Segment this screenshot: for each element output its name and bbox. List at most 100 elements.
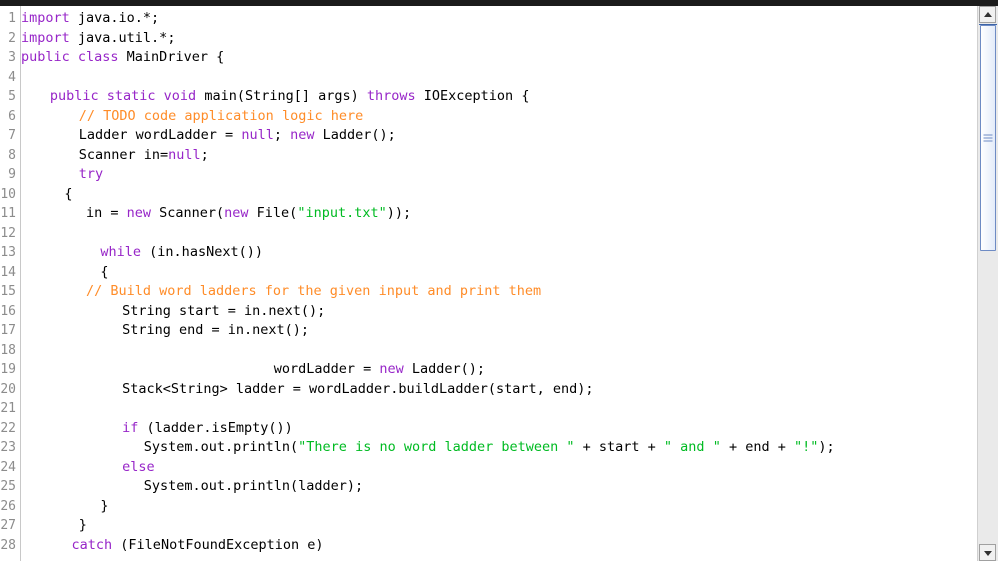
line-number: 11 <box>0 206 16 221</box>
line-number: 15 <box>0 284 16 299</box>
code-line[interactable]: // TODO code application logic here <box>79 107 363 127</box>
code-token-pln: MainDriver { <box>118 49 225 65</box>
code-line[interactable]: import java.util.*; <box>21 29 175 49</box>
line-number: 9 <box>8 167 16 182</box>
code-token-kw: public static void <box>49 88 197 104</box>
vertical-scrollbar[interactable] <box>977 6 998 561</box>
scrollbar-grip-icon <box>983 134 993 142</box>
code-token-pln: Ladder(); <box>403 361 486 377</box>
code-text-area[interactable]: import java.io.*; import java.util.*; publ… <box>21 6 978 561</box>
code-token-str: "input.txt" <box>297 205 387 221</box>
line-number: 5 <box>8 89 16 104</box>
code-token-pln: File( <box>248 205 298 221</box>
code-token-pln: String start = in.next(); <box>122 302 326 319</box>
code-token-kw: public class <box>21 49 119 65</box>
line-number-gutter: 1 2 3 4 5 6 7 8 9 10 11 12 13 14 15 16 17 18 19 20 21 22 23 24 2… <box>0 6 21 561</box>
code-token-pln: + end + <box>720 439 794 455</box>
code-line[interactable]: System.out.println("There is no word lad… <box>144 438 835 458</box>
code-token-kw: throws <box>366 88 416 104</box>
line-number: 12 <box>0 225 16 241</box>
code-line[interactable]: wordLadder = new Ladder(); <box>274 360 485 380</box>
code-token-str: "There is no word ladder between " <box>298 439 575 455</box>
line-number: 13 <box>0 245 16 260</box>
code-line[interactable]: public class MainDriver { <box>21 48 224 68</box>
code-token-pln: )); <box>386 205 412 221</box>
code-token-kw: import <box>21 10 70 26</box>
code-token-pln: } <box>78 517 87 533</box>
code-token-pln: java.util.*; <box>69 29 176 46</box>
code-token-pln: } <box>100 497 109 514</box>
line-number: 18 <box>0 342 16 358</box>
code-token-kw: catch <box>71 536 113 553</box>
code-token-cmt: // TODO code application logic here <box>78 107 364 124</box>
code-token-pln: ; <box>273 127 291 143</box>
code-line[interactable]: while (in.hasNext()) <box>100 243 263 263</box>
code-line[interactable]: // Build word ladders for the given inpu… <box>86 282 541 302</box>
code-token-pln: String end = in.next(); <box>122 322 310 338</box>
line-number: 23 <box>0 440 16 455</box>
line-number: 16 <box>0 303 16 319</box>
code-token-pln: wordLadder = <box>273 361 380 377</box>
code-token-kw: else <box>122 458 155 475</box>
code-token-pln: + start + <box>574 439 664 455</box>
code-line[interactable]: if (ladder.isEmpty()) <box>122 419 293 439</box>
code-line[interactable]: public static void main(String[] args) t… <box>50 87 530 107</box>
code-token-kw: new <box>126 205 151 221</box>
code-line[interactable]: Stack<String> ladder = wordLadder.buildL… <box>122 380 593 400</box>
code-line[interactable]: try <box>79 165 103 185</box>
code-line[interactable]: Scanner in=null; <box>79 146 209 166</box>
line-number: 1 <box>8 11 16 26</box>
line-number: 26 <box>0 498 16 514</box>
code-line[interactable]: in = new Scanner(new File("input.txt")); <box>86 204 411 224</box>
code-line[interactable]: } <box>79 516 87 536</box>
code-token-kw: try <box>78 166 104 182</box>
line-number: 4 <box>8 69 16 85</box>
code-token-kw: null <box>241 127 274 143</box>
line-number: 20 <box>0 381 16 397</box>
code-token-kw: null <box>168 146 201 163</box>
code-line[interactable]: System.out.println(ladder); <box>144 477 363 497</box>
chevron-up-icon <box>983 11 992 17</box>
code-token-pln: java.io.*; <box>69 10 160 26</box>
code-token-pln: Scanner( <box>151 205 225 221</box>
line-number: 24 <box>0 459 16 475</box>
code-line[interactable]: else <box>122 458 155 478</box>
line-number: 14 <box>0 264 16 280</box>
code-token-pln: ; <box>200 146 209 163</box>
code-token-str: " and " <box>663 439 721 455</box>
code-token-pln: System.out.println( <box>143 439 299 455</box>
code-token-pln: (ladder.isEmpty()) <box>138 419 293 436</box>
code-line[interactable]: { <box>100 263 108 283</box>
line-number: 17 <box>0 323 16 338</box>
code-token-pln: System.out.println(ladder); <box>143 478 364 494</box>
line-number: 19 <box>0 362 16 377</box>
line-number: 7 <box>8 128 16 143</box>
line-number: 8 <box>8 147 16 163</box>
code-line[interactable]: catch (FileNotFoundException e) <box>72 536 324 556</box>
code-line[interactable]: { <box>64 185 72 205</box>
code-line[interactable]: Ladder wordLadder = null; new Ladder(); <box>79 126 396 146</box>
scroll-down-arrow-icon[interactable] <box>979 544 996 561</box>
code-token-pln: { <box>64 185 73 202</box>
line-number: 21 <box>0 401 16 416</box>
line-number: 22 <box>0 420 16 436</box>
code-token-kw: new <box>379 361 404 377</box>
line-number: 10 <box>0 186 16 202</box>
code-token-kw: new <box>224 205 249 221</box>
code-token-pln: (FileNotFoundException e) <box>112 536 324 553</box>
line-number: 27 <box>0 518 16 533</box>
code-token-pln: (in.hasNext()) <box>141 244 263 260</box>
code-line[interactable]: import java.io.*; <box>21 9 159 29</box>
code-token-cmt: // Build word ladders for the given inpu… <box>85 283 542 299</box>
code-token-pln: in = <box>85 205 127 221</box>
code-token-kw: import <box>21 29 70 46</box>
scroll-up-arrow-icon[interactable] <box>979 6 996 23</box>
code-line[interactable]: String start = in.next(); <box>122 302 325 322</box>
code-line[interactable]: } <box>100 497 108 517</box>
code-token-pln: ); <box>818 439 835 455</box>
code-line[interactable]: String end = in.next(); <box>122 321 309 341</box>
code-token-str: "!" <box>793 439 819 455</box>
code-token-pln: Stack<String> ladder = wordLadder.buildL… <box>122 380 594 397</box>
scrollbar-thumb[interactable] <box>980 25 996 251</box>
line-number: 3 <box>8 50 16 65</box>
